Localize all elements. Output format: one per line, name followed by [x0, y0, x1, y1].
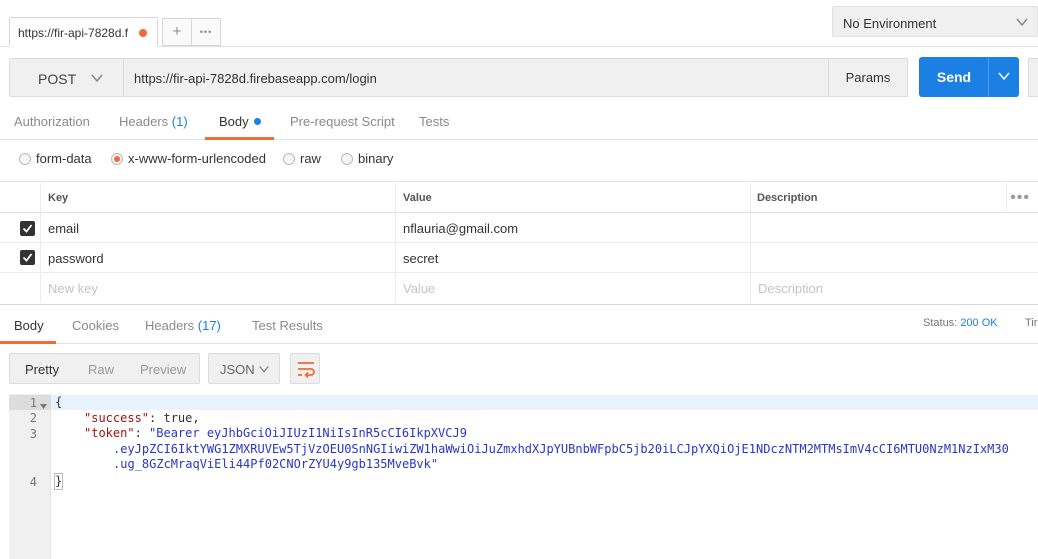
- row-key[interactable]: email: [48, 221, 79, 236]
- request-tab[interactable]: https://fir-api-7828d.f: [9, 17, 158, 47]
- tab-authorization[interactable]: Authorization: [14, 114, 90, 129]
- tab-bar: https://fir-api-7828d.f + ••• No Environ…: [0, 0, 1038, 47]
- response-tab-headers-label: Headers: [145, 318, 195, 333]
- params-button[interactable]: Params: [828, 58, 908, 97]
- table-row-new: New key Value Description: [0, 273, 1038, 303]
- radio-urlencoded[interactable]: x-www-form-urlencoded: [111, 151, 266, 166]
- tab-options-button[interactable]: •••: [191, 18, 221, 46]
- line-number: 3: [29, 427, 37, 441]
- response-tab-cookies[interactable]: Cookies: [72, 318, 119, 333]
- chevron-down-icon: [258, 363, 270, 375]
- language-select[interactable]: JSON: [208, 353, 280, 384]
- header-description: Description: [757, 192, 818, 204]
- radio-form-data-label: form-data: [36, 151, 92, 166]
- code-line-token-cont: .eyJpZCI6IktYWG1ZMXRUVEw5TjVzOEU0SnNGIiw…: [113, 442, 1009, 456]
- preview-button[interactable]: Preview: [140, 362, 186, 377]
- response-body-editor[interactable]: 1 2 3 4 { "success": true, "token": "Bea…: [9, 394, 1038, 559]
- response-tabs: Body Cookies Headers (17) Test Results: [0, 304, 1038, 344]
- language-value: JSON: [220, 362, 255, 377]
- row-value[interactable]: nflauria@gmail.com: [403, 221, 518, 236]
- code-line-token-cont: .ug_8GZcMraqViEli44Pf02CNOrZYU4y9gb135Mv…: [113, 457, 439, 471]
- code-close-brace: }: [53, 473, 64, 490]
- json-value: "Bearer eyJhbGciOiJIUzI1NiIsInR5cCI6IkpX…: [149, 426, 467, 440]
- radio-binary[interactable]: binary: [341, 151, 393, 166]
- url-input[interactable]: https://fir-api-7828d.firebaseapp.com/lo…: [124, 58, 829, 97]
- radio-raw-label: raw: [300, 151, 321, 166]
- tab-pre-request-script[interactable]: Pre-request Script: [290, 114, 395, 129]
- response-tab-headers-count: (17): [197, 318, 221, 333]
- unsaved-dot-icon: [139, 29, 147, 37]
- response-tab-test-results[interactable]: Test Results: [252, 318, 323, 333]
- fold-arrow-icon[interactable]: [40, 399, 47, 413]
- radio-form-data[interactable]: form-data: [19, 151, 92, 166]
- environment-select-value: No Environment: [843, 16, 937, 31]
- params-table: Key Value Description ••• email nflauria…: [0, 183, 1038, 303]
- line-number: 4: [29, 475, 37, 489]
- chevron-down-icon: [90, 71, 104, 85]
- tab-headers-count: (1): [171, 114, 188, 129]
- request-tab-title: https://fir-api-7828d.f: [18, 26, 129, 40]
- header-key: Key: [48, 192, 69, 204]
- method-select[interactable]: POST: [9, 58, 124, 97]
- row-value[interactable]: secret: [403, 251, 438, 266]
- row-key[interactable]: password: [48, 251, 104, 266]
- response-tab-body[interactable]: Body: [14, 318, 44, 333]
- table-row: email nflauria@gmail.com: [0, 213, 1038, 243]
- code-open-brace: {: [55, 395, 63, 409]
- body-type-selector: form-data x-www-form-urlencoded raw bina…: [0, 140, 1038, 182]
- more-options-icon[interactable]: •••: [1010, 189, 1030, 207]
- new-tab-button[interactable]: +: [162, 18, 192, 46]
- environment-select[interactable]: No Environment: [832, 6, 1038, 37]
- json-key: "success": [84, 411, 150, 425]
- active-line-highlight: [51, 395, 1038, 410]
- code-line-success: "success": true,: [84, 411, 200, 425]
- new-key-input[interactable]: New key: [48, 281, 98, 296]
- json-key: "token": [84, 426, 135, 440]
- status-value[interactable]: 200 OK: [960, 317, 997, 329]
- radio-raw[interactable]: raw: [283, 151, 321, 166]
- header-value: Value: [403, 192, 432, 204]
- format-toggle-group: Pretty Raw Preview: [9, 353, 200, 384]
- tab-headers[interactable]: Headers (1): [119, 114, 188, 129]
- tab-body[interactable]: Body: [219, 114, 261, 129]
- request-subtabs: Authorization Headers (1) Body Pre-reque…: [0, 103, 1038, 140]
- line-number: 2: [29, 411, 37, 425]
- wrap-lines-button[interactable]: [290, 353, 320, 384]
- chevron-down-icon: [997, 69, 1011, 83]
- modified-dot-icon: [253, 118, 261, 125]
- tab-headers-label: Headers: [119, 114, 169, 129]
- tab-body-label: Body: [219, 114, 249, 129]
- row-checkbox[interactable]: [20, 221, 35, 236]
- radio-urlencoded-label: x-www-form-urlencoded: [128, 151, 266, 166]
- radio-circle-icon: [283, 153, 295, 165]
- raw-button[interactable]: Raw: [88, 362, 114, 377]
- table-header: Key Value Description •••: [0, 183, 1038, 213]
- new-description-input[interactable]: Description: [758, 281, 823, 296]
- table-row: password secret: [0, 243, 1038, 273]
- status-label: Status:: [923, 317, 958, 329]
- wrap-lines-icon: [298, 362, 315, 378]
- radio-circle-icon: [341, 153, 353, 165]
- json-value: true: [163, 411, 193, 425]
- send-options-button[interactable]: [988, 57, 1019, 97]
- send-button[interactable]: Send: [919, 57, 989, 97]
- radio-circle-icon: [19, 153, 31, 165]
- code-line-token: "token": "Bearer eyJhbGciOiJIUzI1NiIsInR…: [84, 426, 467, 440]
- radio-binary-label: binary: [358, 151, 394, 166]
- chevron-down-icon: [1015, 15, 1029, 29]
- status-indicator: Status: 200 OK: [923, 317, 998, 329]
- method-value: POST: [38, 71, 77, 87]
- tab-tests[interactable]: Tests: [419, 114, 449, 129]
- save-button[interactable]: [1028, 58, 1038, 97]
- new-value-input[interactable]: Value: [403, 281, 435, 296]
- response-tab-headers[interactable]: Headers (17): [145, 318, 221, 333]
- row-checkbox[interactable]: [20, 250, 35, 265]
- time-label: Tir: [1025, 317, 1038, 329]
- pretty-button[interactable]: Pretty: [25, 362, 59, 377]
- line-number: 1: [29, 396, 37, 410]
- active-tab-indicator: [0, 341, 56, 344]
- radio-checked-icon: [111, 153, 123, 165]
